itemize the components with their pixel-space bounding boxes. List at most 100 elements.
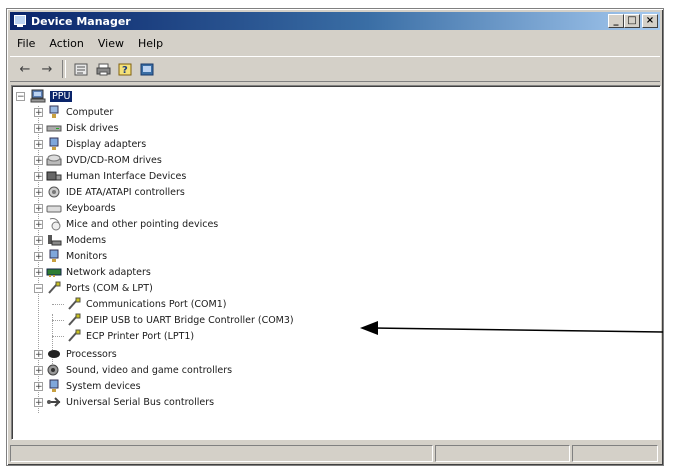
toolbar: ← → ?: [10, 56, 660, 82]
tree-guide-line: [52, 336, 64, 337]
port-icon: [48, 281, 61, 294]
expand-toggle[interactable]: +: [34, 204, 43, 214]
refresh-icon: [140, 63, 154, 75]
tree-item-label: Human Interface Devices: [66, 170, 187, 182]
tree-item-label: Display adapters: [66, 138, 147, 150]
expand-toggle[interactable]: +: [34, 350, 43, 360]
expand-toggle[interactable]: +: [34, 220, 43, 230]
forward-button[interactable]: →: [36, 59, 58, 79]
tree-item-label: Communications Port (COM1): [86, 298, 227, 310]
tree-item-usb-controllers[interactable]: Universal Serial Bus controllers: [46, 394, 214, 410]
menu-help[interactable]: Help: [131, 37, 170, 50]
expand-toggle[interactable]: +: [34, 268, 43, 278]
forward-icon: →: [41, 61, 53, 77]
tree-item-system-devices[interactable]: System devices: [46, 378, 141, 394]
tree-item-label: System devices: [66, 380, 141, 392]
tree-item-label: Ports (COM & LPT): [66, 282, 153, 294]
expand-toggle[interactable]: +: [34, 156, 43, 166]
status-pane: [434, 445, 571, 462]
close-icon: ×: [645, 15, 655, 26]
tree-item-label: Disk drives: [66, 122, 119, 134]
refresh-button[interactable]: [136, 59, 158, 79]
expand-toggle[interactable]: +: [34, 172, 43, 182]
back-icon: ←: [19, 61, 31, 77]
disk-drive-icon: [46, 125, 62, 132]
maximize-icon: □: [627, 15, 637, 26]
collapse-root-toggle[interactable]: −: [16, 92, 25, 102]
expand-toggle[interactable]: +: [34, 188, 43, 198]
tree-item-human-interface-devices[interactable]: Human Interface Devices: [46, 168, 186, 184]
display-adapter-icon: [49, 137, 59, 150]
maximize-button[interactable]: □: [624, 14, 640, 28]
tree-item-dvd-cd-rom-drives[interactable]: DVD/CD-ROM drives: [46, 152, 162, 168]
expand-toggle[interactable]: +: [34, 108, 43, 118]
properties-button[interactable]: [70, 59, 92, 79]
tree-item-label: Processors: [66, 348, 117, 360]
system-device-icon: [49, 379, 59, 392]
help-button[interactable]: ?: [114, 59, 136, 79]
tree-item-label: DVD/CD-ROM drives: [66, 154, 162, 166]
title-bar[interactable]: Device Manager _ □ ×: [10, 12, 660, 30]
modem-icon: [48, 235, 62, 246]
tree-item-label: Keyboards: [66, 202, 116, 214]
tree-item-com1[interactable]: Communications Port (COM1): [66, 296, 226, 312]
menu-action[interactable]: Action: [42, 37, 90, 50]
hid-icon: [46, 171, 62, 181]
tree-item-computer[interactable]: Computer: [46, 104, 113, 120]
port-icon: [68, 297, 81, 310]
tree-item-keyboards[interactable]: Keyboards: [46, 200, 116, 216]
tree-item-display-adapters[interactable]: Display adapters: [46, 136, 146, 152]
tree-item-lpt1[interactable]: ECP Printer Port (LPT1): [66, 328, 194, 344]
computer-icon: [30, 89, 46, 103]
minimize-button[interactable]: _: [608, 14, 624, 28]
tree-item-sound[interactable]: Sound, video and game controllers: [46, 362, 232, 378]
tree-item-label: ECP Printer Port (LPT1): [86, 330, 195, 342]
tree-item-network-adapters[interactable]: Network adapters: [46, 264, 151, 280]
expand-toggle[interactable]: +: [34, 252, 43, 262]
help-icon: ?: [118, 63, 131, 76]
menu-file[interactable]: File: [10, 37, 42, 50]
sound-icon: [47, 364, 59, 376]
toolbar-separator: [62, 60, 66, 78]
tree-item-ide-controllers[interactable]: IDE ATA/ATAPI controllers: [46, 184, 185, 200]
ide-controller-icon: [48, 186, 60, 198]
tree-item-label: Mice and other pointing devices: [66, 218, 219, 230]
mouse-icon: [49, 218, 61, 231]
dvd-drive-icon: [46, 154, 62, 166]
menu-bar: File Action View Help: [10, 34, 660, 53]
expand-toggle[interactable]: +: [34, 366, 43, 376]
network-adapter-icon: [46, 268, 62, 277]
tree-guide-line: [52, 304, 64, 305]
tree-item-modems[interactable]: Modems: [46, 232, 106, 248]
svg-text:?: ?: [122, 65, 128, 76]
tree-item-mice[interactable]: Mice and other pointing devices: [46, 216, 218, 232]
expand-toggle[interactable]: +: [34, 140, 43, 150]
device-tree[interactable]: − PPU + Computer + Disk drives + Display…: [11, 85, 661, 440]
back-button[interactable]: ←: [14, 59, 36, 79]
usb-icon: [47, 397, 61, 407]
expand-toggle[interactable]: +: [34, 382, 43, 392]
keyboard-icon: [46, 205, 62, 213]
tree-item-processors[interactable]: Processors: [46, 346, 117, 362]
device-manager-window: Device Manager _ □ × File Action View He…: [6, 8, 664, 466]
tree-item-monitors[interactable]: Monitors: [46, 248, 107, 264]
collapse-toggle[interactable]: −: [34, 284, 43, 294]
annotation-arrow: [360, 321, 664, 335]
expand-toggle[interactable]: +: [34, 124, 43, 134]
port-icon: [68, 329, 81, 342]
port-icon: [68, 313, 81, 326]
tree-item-ports[interactable]: Ports (COM & LPT): [46, 280, 153, 296]
tree-item-disk-drives[interactable]: Disk drives: [46, 120, 118, 136]
expand-toggle[interactable]: +: [34, 236, 43, 246]
tree-root[interactable]: PPU: [30, 88, 73, 104]
print-icon: [96, 63, 110, 75]
print-button[interactable]: [92, 59, 114, 79]
tree-item-label: Computer: [66, 106, 114, 118]
menu-view[interactable]: View: [91, 37, 131, 50]
tree-item-label: Universal Serial Bus controllers: [66, 396, 215, 408]
tree-item-label: Monitors: [66, 250, 108, 262]
close-button[interactable]: ×: [642, 14, 658, 28]
tree-item-usb-uart-com3[interactable]: DEIP USB to UART Bridge Controller (COM3…: [66, 312, 294, 328]
expand-toggle[interactable]: +: [34, 398, 43, 408]
monitor-icon: [49, 249, 59, 262]
